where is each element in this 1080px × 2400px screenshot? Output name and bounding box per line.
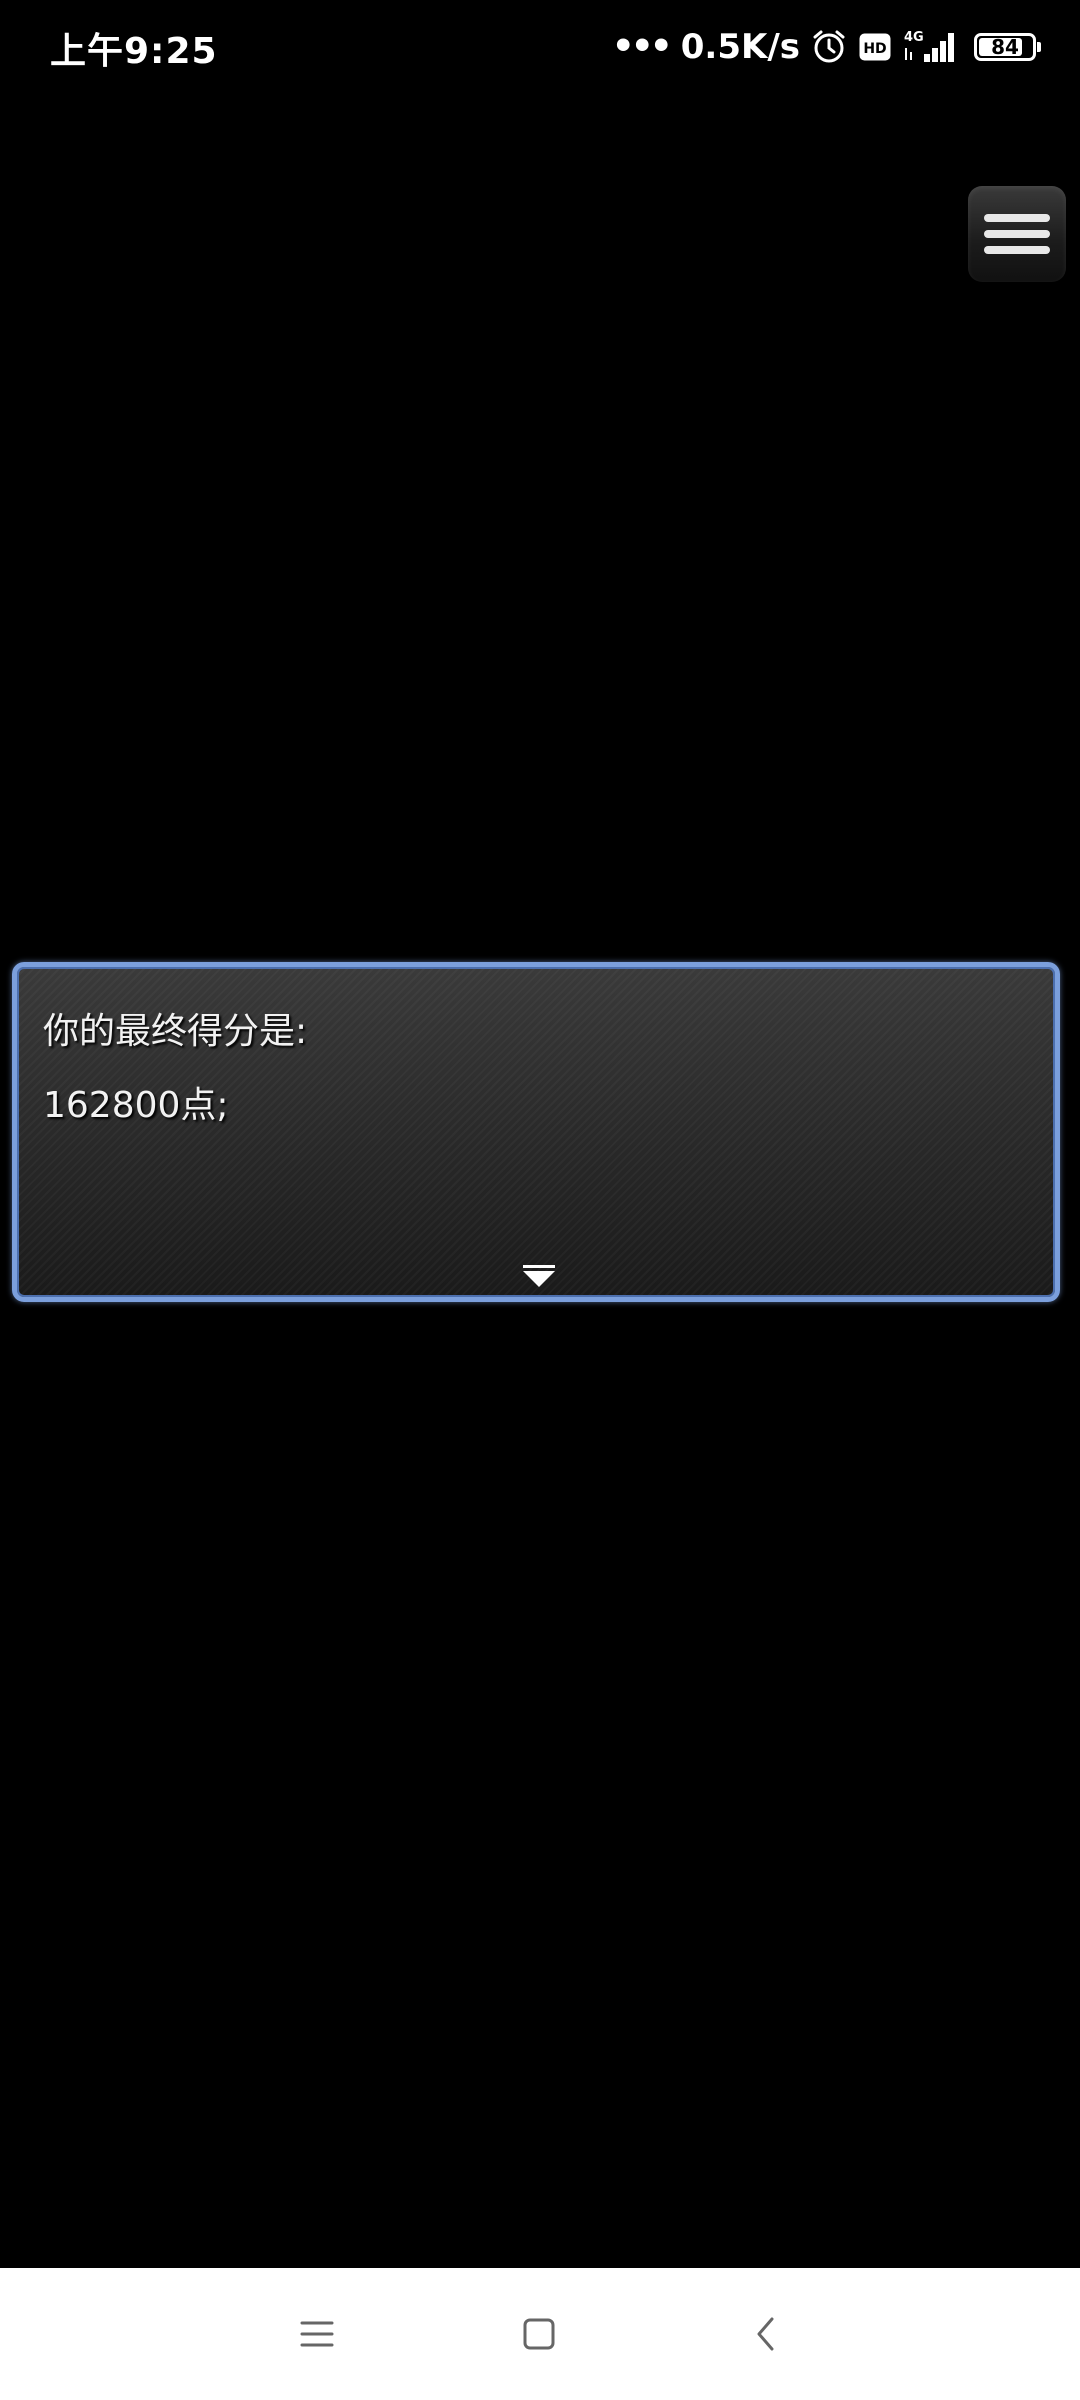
menu-icon-bar [984, 246, 1050, 254]
back-button[interactable] [736, 2304, 796, 2364]
status-time: 上午9:25 [50, 31, 218, 72]
battery-level: 84 [991, 35, 1019, 59]
game-menu-button[interactable] [968, 186, 1066, 282]
battery-icon: 84 [974, 33, 1041, 61]
navigation-bar [0, 2268, 1080, 2400]
game-screen[interactable]: 你的最终得分是: 162800点; [0, 96, 1080, 2268]
4g-signal-icon: 4G [902, 28, 960, 66]
menu-icon-bar [984, 230, 1050, 238]
continue-arrow-icon[interactable] [523, 1265, 555, 1287]
message-line-score-label: 你的最终得分是: [43, 1011, 308, 1052]
home-icon [523, 2318, 555, 2350]
message-window[interactable]: 你的最终得分是: 162800点; [12, 962, 1060, 1302]
status-bar: 上午9:25 ••• 0.5K/s HD 4G 84 [0, 0, 1080, 96]
back-icon [757, 2317, 774, 2351]
message-line-score-value: 162800点; [43, 1085, 229, 1126]
home-button[interactable] [509, 2304, 569, 2364]
recent-apps-button[interactable] [287, 2304, 347, 2364]
hd-icon: HD [858, 32, 892, 62]
network-activity-dots: ••• [611, 26, 673, 67]
status-icons: ••• 0.5K/s HD 4G 84 [611, 22, 1041, 72]
menu-icon [300, 2321, 334, 2347]
network-type-label: 4G [904, 30, 924, 45]
alarm-icon [810, 28, 848, 66]
network-speed: 0.5K/s [680, 27, 800, 67]
hd-label: HD [863, 41, 886, 57]
menu-icon-bar [984, 214, 1050, 222]
battery-tip [1037, 42, 1041, 52]
